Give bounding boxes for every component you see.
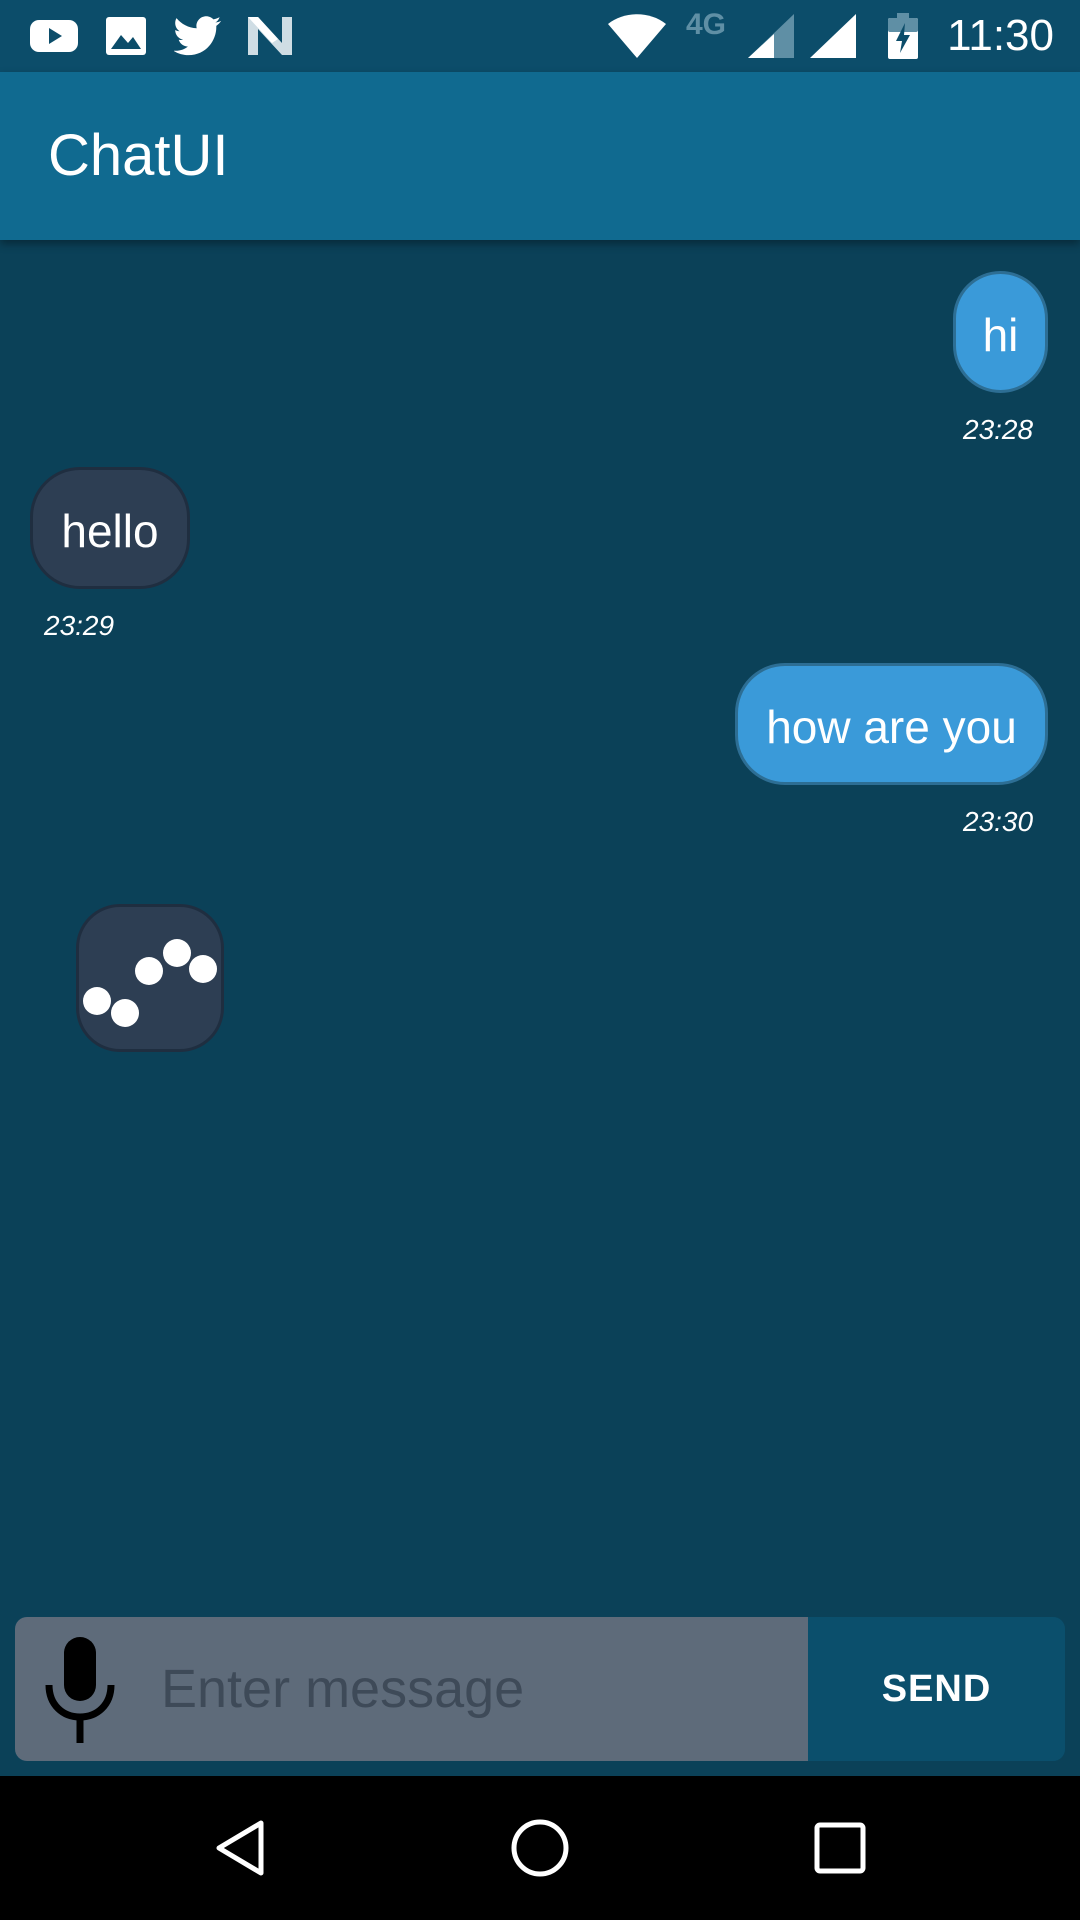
message-timestamp: 23:30: [963, 806, 1034, 837]
back-icon[interactable]: [180, 1776, 300, 1920]
incoming-message-bubble[interactable]: hello: [30, 467, 190, 589]
cellular-signal-icon: [748, 0, 794, 72]
message-timestamp: 23:28: [963, 414, 1034, 445]
message-composer: SEND: [15, 1617, 1065, 1761]
n-app-icon: [248, 0, 292, 72]
network-type-label: 4G: [686, 8, 727, 41]
image-icon: [106, 0, 146, 72]
typing-dot: [135, 957, 163, 985]
message-input-container[interactable]: [15, 1617, 808, 1761]
home-icon[interactable]: [480, 1776, 600, 1920]
typing-dot: [163, 939, 191, 967]
typing-dot: [111, 999, 139, 1027]
youtube-icon: [30, 0, 78, 72]
typing-indicator: [76, 904, 224, 1052]
message-input[interactable]: [161, 1617, 791, 1761]
send-button[interactable]: SEND: [808, 1617, 1065, 1761]
outgoing-message-bubble[interactable]: hi: [953, 271, 1048, 393]
app-title: ChatUI: [48, 123, 229, 188]
recents-icon[interactable]: [780, 1776, 900, 1920]
navigation-bar: [0, 1776, 1080, 1920]
typing-dot: [189, 955, 217, 983]
wifi-icon: [608, 0, 666, 72]
app-bar: ChatUI: [0, 72, 1080, 240]
cellular-signal-icon: [810, 0, 856, 72]
status-bar: 4G 11:30: [0, 0, 1080, 72]
microphone-icon[interactable]: [37, 1637, 123, 1743]
typing-dot: [83, 987, 111, 1015]
status-time: 11:30: [947, 11, 1054, 60]
battery-charging-icon: [888, 0, 918, 72]
twitter-icon: [174, 0, 222, 72]
message-timestamp: 23:29: [44, 610, 115, 641]
outgoing-message-bubble[interactable]: how are you: [735, 663, 1048, 785]
